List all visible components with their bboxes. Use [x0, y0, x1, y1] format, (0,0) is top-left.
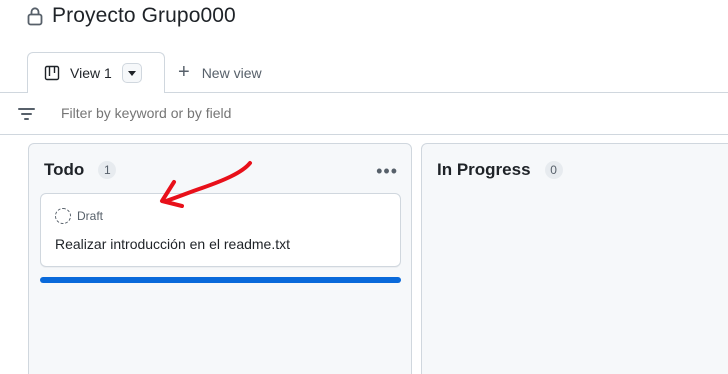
column-todo: Todo 1 ••• Draft Realizar introducción e…: [28, 143, 412, 374]
filter-input[interactable]: [61, 105, 461, 121]
column-options-icon[interactable]: •••: [376, 162, 398, 180]
new-view-button[interactable]: + New view: [178, 52, 262, 93]
lock-icon: [27, 7, 43, 26]
board-icon: [44, 65, 60, 81]
add-item-bar[interactable]: [40, 277, 401, 283]
new-view-label: New view: [201, 64, 262, 81]
draft-label: Draft: [77, 209, 104, 223]
filter-bar: [0, 93, 728, 135]
column-header: In Progress 0: [437, 160, 563, 180]
draft-card[interactable]: Draft Realizar introducción en el readme…: [40, 193, 401, 267]
tab-label: View 1: [70, 65, 112, 81]
draft-icon: [55, 208, 71, 224]
column-in-progress: In Progress 0: [421, 143, 728, 374]
count-badge: 0: [544, 161, 563, 179]
view-tab-bar: View 1 + New view: [0, 52, 728, 94]
column-header: Todo 1: [44, 160, 117, 180]
view-options-button[interactable]: [121, 63, 142, 83]
plus-icon: +: [178, 60, 190, 83]
triangle-down-icon: [127, 70, 136, 76]
tab-view-1[interactable]: View 1: [27, 52, 165, 94]
project-title: Proyecto Grupo000: [52, 4, 236, 27]
column-title: Todo: [44, 160, 85, 179]
filter-icon[interactable]: [18, 108, 35, 121]
project-header: Proyecto Grupo000: [26, 3, 236, 29]
card-status: Draft: [55, 208, 103, 224]
count-badge: 1: [98, 161, 117, 179]
column-title: In Progress: [437, 160, 531, 179]
card-title[interactable]: Realizar introducción en el readme.txt: [55, 236, 290, 252]
